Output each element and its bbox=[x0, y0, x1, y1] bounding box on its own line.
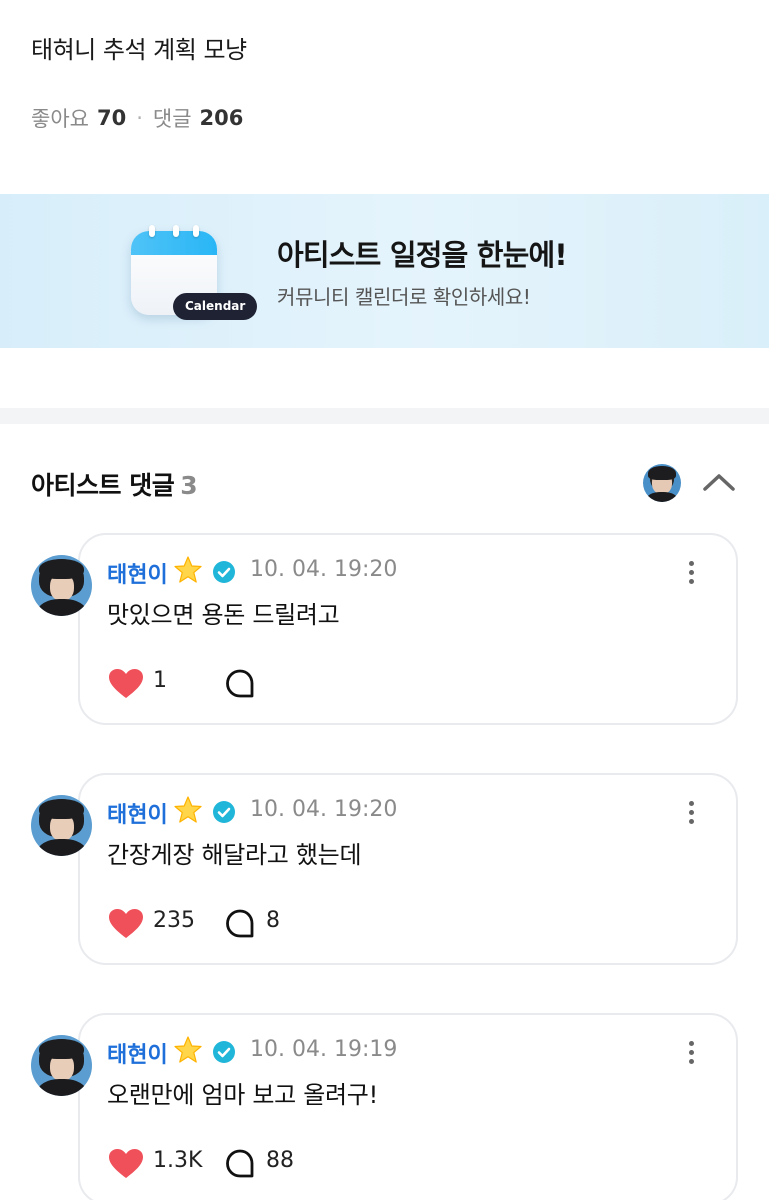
likes-label: 좋아요 bbox=[31, 107, 89, 131]
like-count: 1 bbox=[153, 668, 167, 693]
heart-icon[interactable] bbox=[108, 668, 144, 700]
comment-author[interactable]: 태현이 bbox=[107, 557, 168, 589]
section-title: 아티스트 댓글 bbox=[31, 471, 175, 500]
comment-text: 오랜만에 엄마 보고 올려구! bbox=[107, 1081, 378, 1109]
avatar[interactable] bbox=[31, 1035, 92, 1096]
comments-count[interactable]: 206 bbox=[200, 106, 244, 130]
comments-label[interactable]: 댓글 bbox=[153, 103, 192, 133]
reply-count: 88 bbox=[266, 1148, 294, 1173]
calendar-badge: Calendar bbox=[173, 293, 258, 320]
comment-time: 10. 04. 19:20 bbox=[250, 797, 398, 822]
artist-avatar[interactable] bbox=[643, 464, 681, 502]
stats-separator: · bbox=[136, 106, 143, 130]
comment-time: 10. 04. 19:20 bbox=[250, 557, 398, 582]
more-icon[interactable] bbox=[680, 559, 704, 587]
banner-subline: 커뮤니티 캘린더로 확인하세요! bbox=[277, 285, 531, 309]
calendar-icon: Calendar bbox=[131, 225, 258, 320]
like-count: 235 bbox=[153, 908, 195, 933]
comment-icon[interactable] bbox=[224, 668, 256, 700]
heart-icon[interactable] bbox=[108, 908, 144, 940]
likes-count: 70 bbox=[96, 106, 127, 130]
star-icon bbox=[174, 796, 202, 823]
heart-icon[interactable] bbox=[108, 1148, 144, 1180]
post-title: 태혀니 추석 계획 모냥 bbox=[31, 36, 247, 64]
comment-item: 태현이 10. 04. 19:19 오랜만에 엄마 보고 올려구! 1.3K 8… bbox=[0, 1013, 769, 1200]
comment-item: 태현이 10. 04. 19:20 간장게장 해달라고 했는데 235 8 bbox=[0, 773, 769, 967]
artist-comments-header: 아티스트 댓글 3 bbox=[31, 466, 198, 502]
more-icon[interactable] bbox=[680, 1039, 704, 1067]
chevron-up-icon[interactable] bbox=[702, 470, 736, 494]
star-icon bbox=[174, 1036, 202, 1063]
verified-icon bbox=[213, 561, 235, 583]
comment-time: 10. 04. 19:19 bbox=[250, 1037, 398, 1062]
reply-count: 8 bbox=[266, 908, 280, 933]
post-stats: 좋아요 70 · 댓글 206 bbox=[31, 103, 243, 133]
section-count: 3 bbox=[180, 471, 198, 500]
comment-author[interactable]: 태현이 bbox=[107, 1037, 168, 1069]
comment-item: 태현이 10. 04. 19:20 맛있으면 용돈 드릴려고 1 bbox=[0, 533, 769, 727]
verified-icon bbox=[213, 801, 235, 823]
avatar[interactable] bbox=[31, 795, 92, 856]
comment-icon[interactable] bbox=[224, 908, 256, 940]
comment-text: 간장게장 해달라고 했는데 bbox=[107, 841, 362, 869]
like-count: 1.3K bbox=[153, 1148, 203, 1173]
banner-headline: 아티스트 일정을 한눈에! bbox=[277, 238, 568, 272]
comment-icon[interactable] bbox=[224, 1148, 256, 1180]
more-icon[interactable] bbox=[680, 799, 704, 827]
verified-icon bbox=[213, 1041, 235, 1063]
comment-author[interactable]: 태현이 bbox=[107, 797, 168, 829]
star-icon bbox=[174, 556, 202, 583]
section-divider bbox=[0, 408, 769, 424]
comment-text: 맛있으면 용돈 드릴려고 bbox=[107, 601, 340, 629]
calendar-banner[interactable]: Calendar 아티스트 일정을 한눈에! 커뮤니티 캘린더로 확인하세요! bbox=[0, 194, 769, 348]
avatar[interactable] bbox=[31, 555, 92, 616]
